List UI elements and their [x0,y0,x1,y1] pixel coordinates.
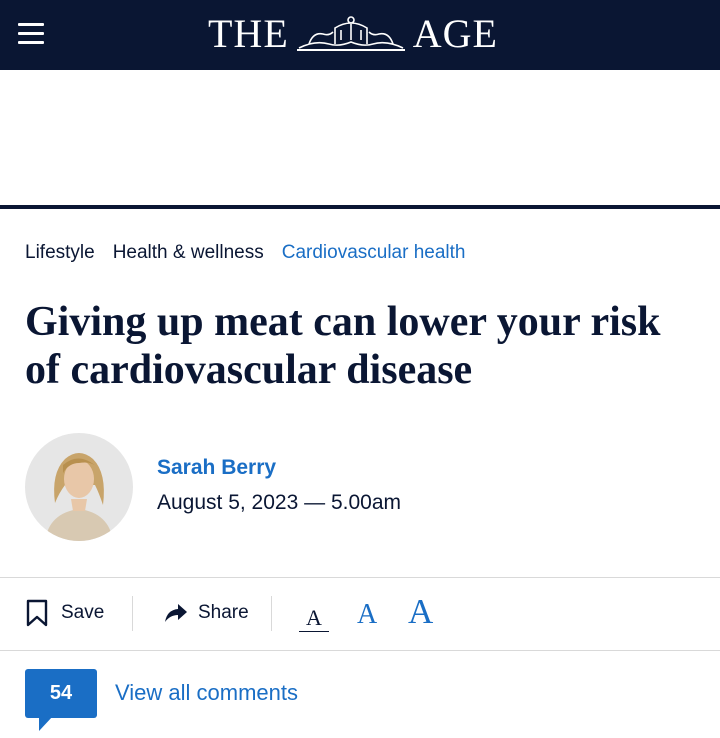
crest-icon [296,16,405,51]
masthead: THE AGE [0,0,720,70]
font-size-small-button[interactable]: A [299,607,329,632]
share-button[interactable]: Share [164,597,249,629]
section-rule [0,205,720,209]
ad-placeholder [0,70,720,205]
hamburger-menu-icon[interactable] [18,22,44,46]
breadcrumb: Lifestyle Health & wellness Cardiovascul… [25,241,466,265]
logo-word-the: THE [208,11,289,56]
author-avatar[interactable] [25,433,133,541]
publish-date: August 5, 2023 — 5.00am [157,491,401,514]
comment-bubble-tail [39,716,53,731]
author-name-link[interactable]: Sarah Berry [157,455,276,481]
breadcrumb-lifestyle[interactable]: Lifestyle [25,241,95,265]
share-label: Share [198,602,249,623]
save-button[interactable]: Save [25,597,104,629]
comment-count-badge[interactable]: 54 [25,669,97,718]
article-headline: Giving up meat can lower your risk of ca… [25,299,661,393]
toolbar-divider [271,596,272,631]
author-photo [25,433,133,541]
toolbar-bottom-divider [0,650,720,651]
logo-word-age: AGE [412,11,498,56]
site-logo[interactable]: THE AGE [208,12,510,56]
font-size-medium-button[interactable]: A [357,601,377,629]
breadcrumb-health-wellness[interactable]: Health & wellness [113,241,264,265]
bookmark-icon [26,599,48,627]
toolbar-top-divider [0,577,720,578]
save-label: Save [61,602,105,623]
toolbar-divider [132,596,133,631]
share-arrow-icon [165,604,187,622]
view-comments-link[interactable]: View all comments [115,679,298,707]
font-size-large-button[interactable]: A [408,594,433,629]
breadcrumb-cardiovascular-health[interactable]: Cardiovascular health [282,241,466,265]
